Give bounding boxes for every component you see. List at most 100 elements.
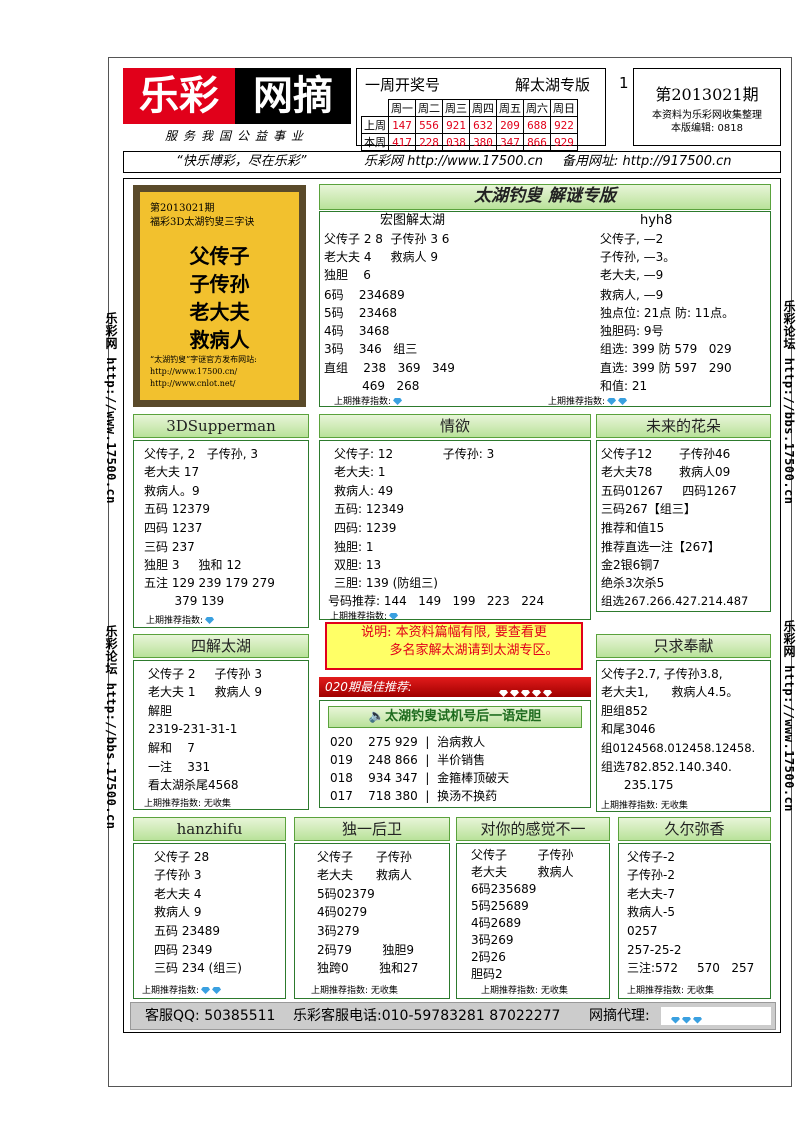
- gem-icon: [671, 1016, 680, 1024]
- b4-title: 四解太湖: [133, 634, 309, 658]
- week-page-no: 1: [619, 74, 629, 92]
- week-header: 周日: [550, 99, 578, 117]
- gem-icon: [607, 398, 617, 405]
- b2-title: 情欲: [319, 414, 591, 438]
- ad-note1: “太湖钓叟”字谜官方发布网站:: [150, 355, 257, 364]
- gem-icon: [389, 613, 399, 620]
- b9-title: 久尔弥香: [618, 817, 771, 841]
- notice: 说明: 本资料篇幅有限, 要查看更 多名家解太湖请到太湖专区。: [325, 622, 583, 670]
- b7-line: 5码02379: [317, 887, 375, 901]
- b9-line: 0257: [627, 924, 658, 938]
- week-cell: 228: [415, 133, 443, 151]
- issue-line1: 本资料为乐彩网收集整理: [652, 110, 762, 121]
- b9-line: 257-25-2: [627, 943, 682, 957]
- ad-big-4: 救病人: [189, 328, 250, 352]
- week-cell: 922: [550, 116, 578, 134]
- b9-line: 救病人-5: [627, 905, 675, 919]
- week-header: 周二: [415, 99, 443, 117]
- gem-icon: [510, 690, 519, 697]
- taihu-banner: 太湖钓叟 解谜专版: [319, 184, 771, 210]
- gem-icon: [543, 690, 552, 697]
- gem-icon: [499, 690, 508, 697]
- taihu-box: 宏图解太湖 hyh8 父传子 2 8 子传孙 3 6 老大夫 4 救病人 9 独…: [319, 211, 771, 407]
- index-label: 上期推荐指数: 无收集: [481, 986, 568, 996]
- taihu-right-line: 独点位: 21点 防: 11点。: [600, 306, 735, 320]
- url-bar: “快乐博彩，尽在乐彩” 乐彩网 http://www.17500.cn 备用网址…: [123, 151, 781, 173]
- footer-qq: 客服QQ: 50385511: [145, 1008, 276, 1024]
- b2-line: 父传子: 12 子传孙: 3: [334, 447, 495, 461]
- b3-line: 老大夫78 救病人09: [601, 465, 731, 479]
- trial-box: 🔈太湖钓叟试机号后一语定胆 020 275 929 | 治病救人 019 248…: [319, 700, 591, 808]
- ad-head2: 福彩3D太湖钓叟三字诀: [150, 217, 255, 228]
- b6-line: 子传孙 3: [154, 868, 202, 882]
- b8-line: 父传子 子传孙: [471, 848, 574, 862]
- week-cell: 209: [496, 116, 524, 134]
- trial-title: 🔈太湖钓叟试机号后一语定胆: [328, 706, 582, 728]
- issue-line2: 本版编辑: 0818: [671, 123, 743, 134]
- gem-icon: [532, 690, 541, 697]
- issue-box: 第2013021期 本资料为乐彩网收集整理 本版编辑: 0818: [633, 68, 781, 146]
- b1-line: 379 139: [144, 594, 225, 608]
- week-special: 解太湖专版: [515, 76, 591, 94]
- week-row-label: 本周: [361, 133, 389, 151]
- index-label: 上期推荐指数: 无收集: [311, 986, 398, 996]
- week-title: 一周开奖号: [365, 76, 441, 94]
- b5-line: 胆组852: [601, 704, 648, 718]
- b3-line: 推荐直选一注【267】: [601, 540, 720, 554]
- taihu-left-title: 宏图解太湖: [380, 213, 446, 228]
- taihu-left-line: 父传子 2 8 子传孙 3 6: [324, 232, 450, 246]
- b3-line: 组选267.266.427.214.487: [601, 594, 749, 608]
- best-title: 020期最佳推荐:: [319, 677, 591, 697]
- taihu-left-line: 5码 23468: [324, 306, 398, 320]
- b9-box: 父传子-2 子传孙-2 老大夫-7 救病人-5 0257 257-25-2 三注…: [618, 843, 771, 999]
- week-cell: 417: [388, 133, 416, 151]
- b4-line: 2319-231-31-1: [148, 722, 238, 736]
- logo-left: 乐彩: [123, 68, 235, 124]
- taihu-left-line: 老大夫 4 救病人 9: [324, 250, 438, 264]
- b3-line: 父传子12 子传孙46: [601, 447, 731, 461]
- b9-line: 父传子-2: [627, 850, 675, 864]
- b7-line: 2码79 独胆9: [317, 943, 415, 957]
- week-header: 周五: [496, 99, 524, 117]
- ad-big-3: 老大夫: [189, 300, 250, 324]
- b7-line: 父传子 子传孙: [317, 850, 412, 864]
- backup-link[interactable]: 备用网址: http://917500.cn: [562, 152, 731, 172]
- side-left-top: 乐彩网 http://www.17500.cn: [104, 312, 118, 504]
- logo: 乐彩 网摘: [123, 68, 351, 124]
- gem-icon: [693, 1016, 702, 1024]
- ad-note3[interactable]: http://www.cnlot.net/: [150, 378, 236, 390]
- b5-line: 235.175: [601, 778, 674, 792]
- week-cell: 380: [469, 133, 497, 151]
- taihu-left-line: 469 268: [324, 379, 420, 393]
- trial-row: 019 248 866 | 半价销售: [330, 753, 486, 767]
- b9-line: 三注:572 570 257: [627, 961, 755, 975]
- agent-field[interactable]: [661, 1007, 771, 1025]
- b6-line: 三码 234 (组三): [154, 961, 242, 975]
- b1-title: 3DSupperman: [133, 414, 309, 438]
- trial-row: 018 934 347 | 金箍棒顶破天: [330, 771, 510, 785]
- side-right-top: 乐彩论坛 http://bbs.17500.cn: [782, 300, 796, 505]
- b3-line: 绝杀3次杀5: [601, 576, 665, 590]
- taihu-right-line: 父传子, —2: [600, 232, 664, 246]
- index-label: 上期推荐指数:: [142, 983, 222, 996]
- b7-box: 父传子 子传孙 老大夫 救病人 5码02379 4码0279 3码279 2码7…: [294, 843, 450, 999]
- b5-title: 只求奉献: [596, 634, 771, 658]
- b8-line: 2码26: [471, 950, 506, 964]
- gem-icon: [201, 987, 211, 994]
- b4-line: 老大夫 1 救病人 9: [148, 685, 262, 699]
- b9-line: 老大夫-7: [627, 887, 675, 901]
- b4-line: 解胆: [148, 704, 173, 718]
- logo-right: 网摘: [235, 68, 351, 124]
- b5-line: 和尾3046: [601, 722, 656, 736]
- index-label: 上期推荐指数:: [334, 394, 403, 407]
- logo-slogan: 服务我国公益事业: [164, 129, 309, 143]
- ad-note2[interactable]: http://www.17500.cn/: [150, 366, 237, 378]
- motto: “快乐博彩，尽在乐彩”: [176, 154, 307, 169]
- taihu-left-line: 独胆 6: [324, 268, 371, 282]
- b4-box: 父传子 2 子传孙 3 老大夫 1 救病人 9 解胆 2319-231-31-1…: [133, 660, 309, 810]
- taihu-left-line: 3码 346 组三: [324, 342, 418, 356]
- b6-line: 救病人 9: [154, 905, 202, 919]
- gem-icon: [393, 398, 403, 405]
- site-link[interactable]: 乐彩网 http://www.17500.cn: [364, 152, 543, 172]
- week-row-label: 上周: [361, 116, 389, 134]
